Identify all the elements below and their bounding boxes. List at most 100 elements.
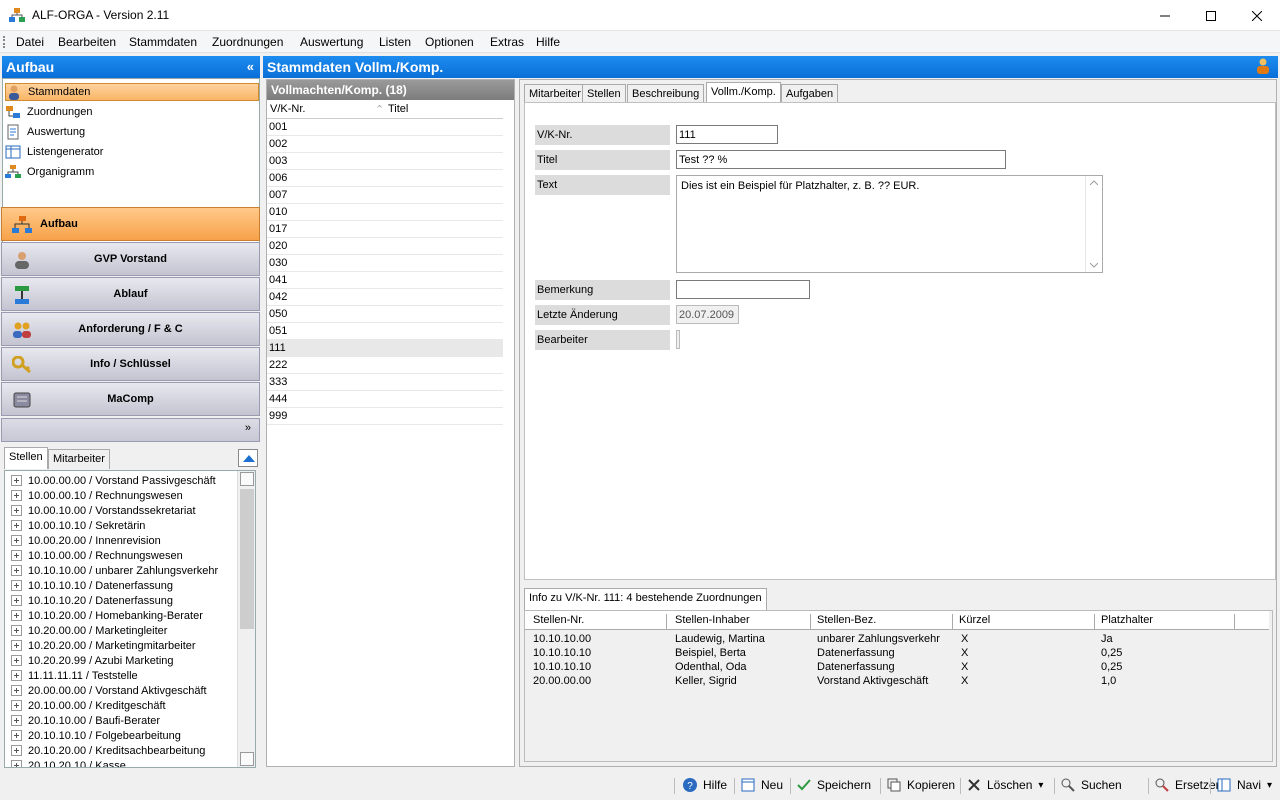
tab-aufgaben[interactable]: Aufgaben [781, 84, 839, 103]
expand-icon[interactable] [11, 700, 22, 711]
table-row[interactable]: 111Test ?? % [267, 340, 503, 357]
stellen-tree-item[interactable]: 10.20.20.99 / Azubi Marketing [11, 653, 174, 668]
toolbar-ersetzen-button[interactable]: Ersetzen [1154, 777, 1222, 793]
stellen-tree-item[interactable]: 11.11.11.11 / Teststelle [11, 668, 138, 683]
stellen-tree-item[interactable]: 10.00.00.00 / Vorstand Passivgeschäft [11, 473, 216, 488]
table-row[interactable]: 042Firmenkredit - blanko: [267, 289, 503, 306]
subtab-mitarbeiter[interactable]: Mitarbeiter [48, 449, 110, 469]
maximize-button[interactable] [1188, 0, 1234, 31]
stellen-tree-item[interactable]: 20.10.00.00 / Kreditgeschäft [11, 698, 166, 713]
tab-mitarbeiter[interactable]: Mitarbeiter [524, 84, 586, 103]
tree-item-listengenerator[interactable]: Listengenerator [5, 143, 259, 161]
expand-icon[interactable] [11, 535, 22, 546]
stellen-tree-item[interactable]: 20.00.00.00 / Vorstand Aktivgeschäft [11, 683, 207, 698]
tree-item-auswertung[interactable]: Auswertung [5, 123, 259, 141]
table-row[interactable]: 020Sachaufwandsvollmac [267, 238, 503, 255]
table-row[interactable]: 444Beispiel ?? % [267, 391, 503, 408]
stellen-tree-item[interactable]: 10.10.20.00 / Homebanking-Berater [11, 608, 203, 623]
close-button[interactable] [1234, 0, 1280, 31]
expand-icon[interactable] [11, 745, 22, 756]
toolbar-kopieren-button[interactable]: Kopieren [886, 777, 955, 793]
minimize-button[interactable] [1142, 0, 1188, 31]
expand-icon[interactable] [11, 715, 22, 726]
table-row[interactable]: 017Konditionen Aktivgesc [267, 221, 503, 238]
scroll-down-arrow[interactable] [240, 752, 254, 766]
grid-col-header[interactable]: Platzhalter [1095, 614, 1235, 630]
menu-auswertung[interactable]: Auswertung [300, 35, 363, 49]
menu-datei[interactable]: Datei [16, 35, 44, 49]
scroll-up-arrow[interactable] [240, 472, 254, 486]
table-row[interactable]: 001Prokura [267, 119, 503, 136]
expand-icon[interactable] [11, 670, 22, 681]
collapse-icon[interactable]: « [247, 59, 254, 74]
expand-icon[interactable] [11, 685, 22, 696]
table-row[interactable]: 999Testvollmacht ?? EUR [267, 408, 503, 425]
info-tab[interactable]: Info zu V/K-Nr. 111: 4 bestehende Zuordn… [524, 588, 767, 610]
toolbar-neu-button[interactable]: Neu [740, 777, 783, 793]
tree-item-stammdaten[interactable]: Stammdaten [5, 83, 259, 101]
bemerkung-field[interactable] [676, 280, 810, 299]
stellen-tree-item[interactable]: 10.00.00.10 / Rechnungswesen [11, 488, 183, 503]
menu-stammdaten[interactable]: Stammdaten [129, 35, 197, 49]
expand-icon[interactable] [11, 730, 22, 741]
expand-icon[interactable] [11, 505, 22, 516]
expand-icon[interactable] [11, 490, 22, 501]
titel-field[interactable]: Test ?? % [676, 150, 1006, 169]
table-row[interactable]: 050Sonstige Kontoüberzi [267, 306, 503, 323]
stellen-tree-item[interactable]: 20.10.10.10 / Folgebearbeitung [11, 728, 181, 743]
expand-icon[interactable] [11, 655, 22, 666]
table-row[interactable]: 007Depotvollmacht [267, 187, 503, 204]
nav-more-button[interactable]: » [1, 418, 260, 442]
expand-icon[interactable] [11, 625, 22, 636]
grid-col-header[interactable]: Stellen-Inhaber [669, 614, 811, 630]
nav-macomp[interactable]: MaComp [1, 382, 260, 416]
stellen-tree-item[interactable]: 10.10.00.00 / Rechnungswesen [11, 548, 183, 563]
expand-icon[interactable] [11, 595, 22, 606]
stellen-tree-item[interactable]: 20.10.20.10 / Kasse [11, 758, 126, 767]
nr-field[interactable]: 111 [676, 125, 778, 144]
subtab-stellen[interactable]: Stellen [4, 447, 48, 469]
expand-icon[interactable] [11, 550, 22, 561]
stellen-tree-item[interactable]: 10.10.10.20 / Datenerfassung [11, 593, 173, 608]
table-row[interactable]: 002Handlungsvollmacht [267, 136, 503, 153]
tab-beschreibung[interactable]: Beschreibung [627, 84, 705, 103]
nav-aufbau[interactable]: Aufbau [1, 207, 260, 241]
expand-icon[interactable] [11, 610, 22, 621]
stellen-tree-item[interactable]: 10.10.10.10 / Datenerfassung [11, 578, 173, 593]
menu-extras[interactable]: Extras [490, 35, 524, 49]
stellen-tree-item[interactable]: 10.20.20.00 / Marketingmitarbeiter [11, 638, 196, 653]
table-row[interactable]: 041Firmenkredit-Kontokor [267, 272, 503, 289]
menu-zuordnungen[interactable]: Zuordnungen [212, 35, 283, 49]
stellen-tree-item[interactable]: 10.20.00.00 / Marketingleiter [11, 623, 167, 638]
grid-col-header[interactable]: Stellen-Nr. [527, 614, 667, 630]
stellen-tree-item[interactable]: 10.00.10.10 / Sekretärin [11, 518, 145, 533]
stellen-scrollbar[interactable] [237, 471, 255, 767]
table-row[interactable]: 006Vollmacht für Banken- [267, 170, 503, 187]
stellen-tree-item[interactable]: 10.00.20.00 / Innenrevision [11, 533, 161, 548]
table-row[interactable]: 030Dispositionskredite: ? [267, 255, 503, 272]
tab-stellen[interactable]: Stellen [582, 84, 626, 103]
expand-icon[interactable] [11, 475, 22, 486]
user-icon[interactable] [1256, 58, 1270, 74]
nav-info-schluessel[interactable]: Info / Schlüssel [1, 347, 260, 381]
table-row[interactable]: 222Beispiel ?? % [267, 357, 503, 374]
table-row[interactable]: 051Kreditüberschreitunge [267, 323, 503, 340]
nav-ablauf[interactable]: Ablauf [1, 277, 260, 311]
table-row[interactable]: 333Test ?? % [267, 374, 503, 391]
nav-gvp-vorstand[interactable]: GVP Vorstand [1, 242, 260, 276]
grid-col-header[interactable]: Stellen-Bez. [811, 614, 953, 630]
menu-listen[interactable]: Listen [379, 35, 411, 49]
toolbar-speichern-button[interactable]: Speichern [796, 777, 871, 793]
scroll-thumb[interactable] [240, 489, 254, 629]
tab-vollm-komp-[interactable]: Vollm./Komp. [706, 82, 781, 104]
col-titel-header[interactable]: Titel [388, 103, 408, 115]
expand-icon[interactable] [11, 565, 22, 576]
tree-item-organigramm[interactable]: Organigramm [5, 163, 259, 181]
menu-optionen[interactable]: Optionen [425, 35, 474, 49]
expand-icon[interactable] [11, 760, 22, 767]
nav-anforderung[interactable]: Anforderung / F & C [1, 312, 260, 346]
toolbar-suchen-button[interactable]: Suchen [1060, 777, 1122, 793]
dropdown-arrow-icon[interactable]: ▾ [1038, 780, 1043, 791]
col-nr-header[interactable]: V/K-Nr. [270, 103, 305, 115]
menu-bearbeiten[interactable]: Bearbeiten [58, 35, 116, 49]
